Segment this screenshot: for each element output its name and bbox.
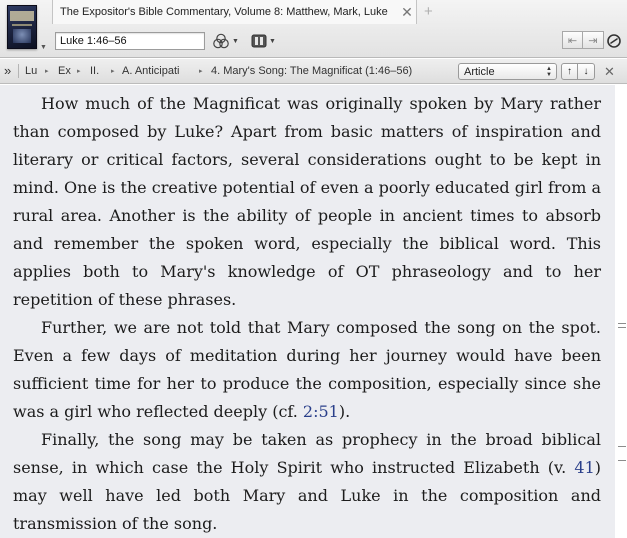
breadcrumb-expand-icon[interactable]: » <box>4 63 11 78</box>
back-button[interactable]: ⇤ <box>562 31 583 49</box>
article-nav: ↑ ↓ <box>561 63 595 80</box>
breadcrumb-item[interactable]: II. <box>90 65 99 77</box>
new-tab-icon[interactable]: + <box>424 3 433 20</box>
paragraph-2: Further, we are not told that Mary compo… <box>13 314 601 426</box>
link-sync-button[interactable] <box>605 32 623 50</box>
top-toolbar: ▼ The Expositor's Bible Commentary, Volu… <box>0 0 627 58</box>
breadcrumb-separator-icon: ▸ <box>199 68 203 75</box>
view-type-select[interactable]: Article ▲ ▼ <box>458 63 557 80</box>
chevron-down-icon: ▼ <box>232 37 239 45</box>
paragraph-1: How much of the Magnificat was originall… <box>13 94 601 309</box>
cover-menu-caret-icon[interactable]: ▼ <box>40 44 47 51</box>
reference-input[interactable] <box>55 32 205 50</box>
select-arrows-icon: ▲ ▼ <box>546 66 552 78</box>
gutter-marker <box>618 446 626 447</box>
resource-tab[interactable]: The Expositor's Bible Commentary, Volume… <box>52 0 417 24</box>
breadcrumb-item[interactable]: A. Anticipati <box>122 65 179 77</box>
panel-columns-icon <box>251 34 267 48</box>
overlapping-circles-icon <box>213 33 229 49</box>
breadcrumb-item[interactable]: Lu <box>25 65 37 77</box>
layout-button[interactable]: ▼ <box>251 32 276 50</box>
forward-button[interactable]: ⇥ <box>583 31 604 49</box>
reading-pane[interactable]: How much of the Magnificat was originall… <box>0 85 615 538</box>
scripture-reference-link[interactable]: 2:51 <box>303 402 339 421</box>
chevron-down-icon: ▼ <box>269 37 276 45</box>
breadcrumb-item[interactable]: Ex <box>58 65 71 77</box>
next-article-button[interactable]: ↓ <box>578 63 595 80</box>
cover-image <box>13 29 31 43</box>
paragraph-2-tail: ). <box>338 402 351 421</box>
breadcrumb-separator-icon: ▸ <box>45 68 49 75</box>
right-gutter <box>615 85 627 538</box>
gutter-marker <box>618 323 626 324</box>
breadcrumb-current-item[interactable]: 4. Mary's Song: The Magnificat (1:46–56) <box>211 65 412 77</box>
tab-title: The Expositor's Bible Commentary, Volume… <box>60 6 388 18</box>
breadcrumb-separator-icon: ▸ <box>111 68 115 75</box>
history-nav: ⇤ ⇥ <box>562 31 604 49</box>
paragraph-3-text: Finally, the song may be taken as prophe… <box>13 430 601 477</box>
scripture-reference-link[interactable]: 41 <box>574 458 594 477</box>
view-type-value: Article <box>464 65 495 78</box>
paragraph-3: Finally, the song may be taken as prophe… <box>13 426 601 538</box>
previous-article-button[interactable]: ↑ <box>561 63 578 80</box>
visual-filters-button[interactable]: ▼ <box>212 32 239 50</box>
chain-link-icon <box>607 34 621 48</box>
tab-close-icon[interactable]: ✕ <box>398 5 416 19</box>
breadcrumb-separator-icon: ▸ <box>77 68 81 75</box>
cover-rule <box>12 24 32 26</box>
cover-title-band <box>10 11 34 21</box>
book-cover-thumbnail[interactable] <box>7 5 37 49</box>
gutter-marker <box>618 327 626 328</box>
divider <box>18 64 19 78</box>
close-breadcrumb-icon[interactable]: ✕ <box>604 64 615 80</box>
gutter-marker <box>618 460 626 461</box>
